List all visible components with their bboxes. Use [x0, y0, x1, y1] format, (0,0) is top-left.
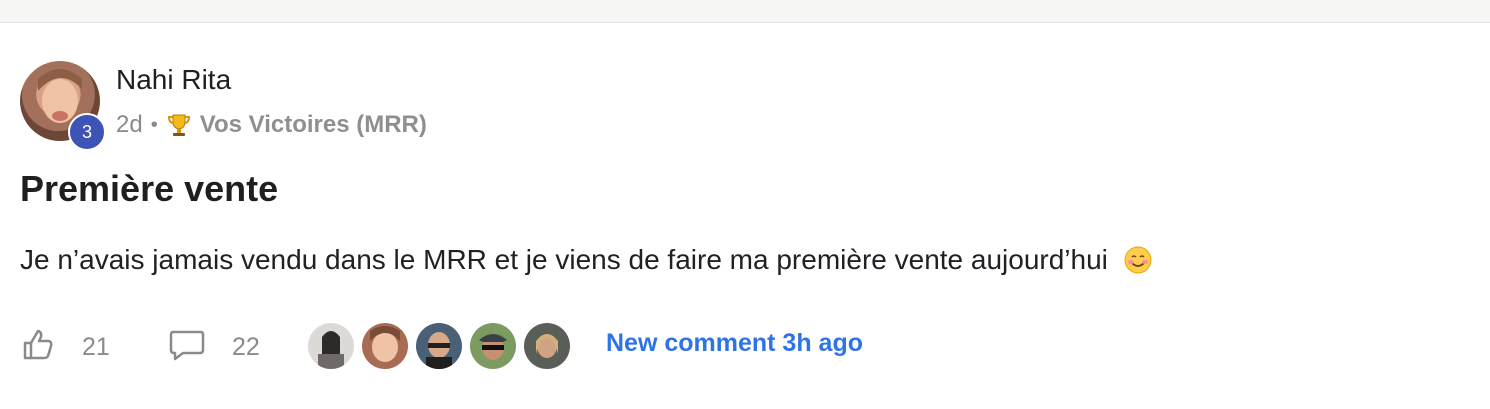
trophy-icon	[166, 112, 192, 138]
post-body-text: Je n’avais jamais vendu dans le MRR et j…	[20, 244, 1108, 275]
post-body: Je n’avais jamais vendu dans le MRR et j…	[20, 244, 1152, 276]
post-actions: 21 22 New comment 3h ago	[20, 321, 1020, 371]
like-button[interactable]: 21	[20, 327, 110, 368]
commenter-avatar[interactable]	[360, 321, 410, 371]
commenter-avatar[interactable]	[414, 321, 464, 371]
post-card: 3 Nahi Rita 2d • Vos Victoires (MRR) Pre…	[0, 22, 1490, 409]
commenter-avatar[interactable]	[306, 321, 356, 371]
meta-separator: •	[150, 113, 158, 136]
post-time: 2d	[116, 111, 143, 138]
category-link[interactable]: Vos Victoires (MRR)	[200, 111, 427, 139]
level-badge: 3	[68, 113, 106, 151]
speech-bubble-icon	[168, 327, 206, 368]
author-name[interactable]: Nahi Rita	[116, 64, 231, 96]
commenter-avatar[interactable]	[522, 321, 572, 371]
comment-button[interactable]: 22	[168, 327, 260, 368]
thumbs-up-icon	[20, 327, 56, 368]
commenter-avatar[interactable]	[468, 321, 518, 371]
author-avatar[interactable]: 3	[20, 61, 106, 151]
post-meta: 2d • Vos Victoires (MRR)	[116, 111, 427, 139]
post-title[interactable]: Première vente	[20, 168, 278, 210]
commenter-avatars[interactable]	[306, 321, 576, 373]
smiling-face-icon	[1124, 246, 1152, 274]
like-count: 21	[82, 333, 110, 361]
comment-count: 22	[232, 333, 260, 361]
new-comment-link[interactable]: New comment 3h ago	[606, 329, 863, 358]
